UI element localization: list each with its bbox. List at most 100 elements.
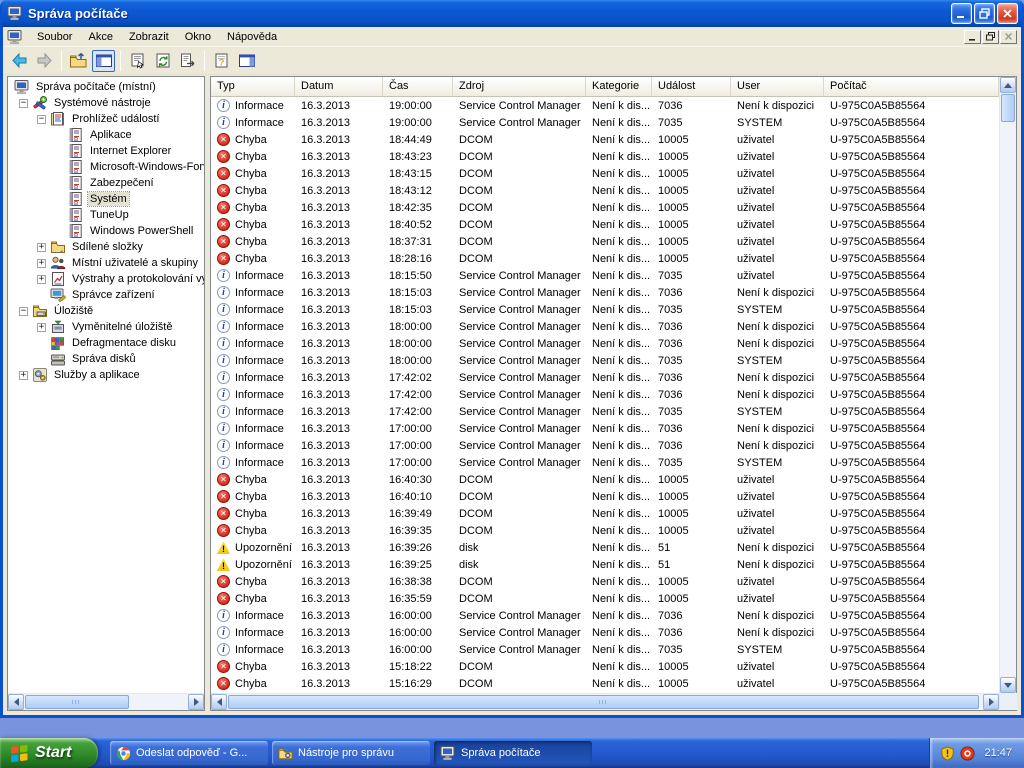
list-horizontal-scrollbar[interactable]: [211, 693, 999, 710]
event-row[interactable]: ✕Chyba16.3.201318:42:35DCOMNení k dis...…: [211, 199, 999, 216]
event-row[interactable]: ✕Chyba16.3.201316:39:35DCOMNení k dis...…: [211, 522, 999, 539]
tree-item-microsoft-windows-forv[interactable]: Microsoft-Windows-Forv: [8, 159, 204, 175]
event-row[interactable]: iInformace16.3.201318:00:00Service Contr…: [211, 318, 999, 335]
expand-toggle[interactable]: +: [19, 371, 28, 380]
tree-item-tuneup[interactable]: TuneUp: [8, 207, 204, 223]
tree-item-sdilene-slozky[interactable]: +Sdílené složky: [8, 239, 204, 255]
column-header-cas[interactable]: Čas: [383, 77, 453, 97]
tree-item-internet-explorer[interactable]: Internet Explorer: [8, 143, 204, 159]
column-header-pocitac[interactable]: Počítač: [824, 77, 999, 97]
event-row[interactable]: ✕Chyba16.3.201318:43:23DCOMNení k dis...…: [211, 148, 999, 165]
scroll-down-button[interactable]: [1000, 677, 1016, 693]
event-row[interactable]: iInformace16.3.201318:15:50Service Contr…: [211, 267, 999, 284]
event-row[interactable]: iInformace16.3.201316:00:00Service Contr…: [211, 641, 999, 658]
help-button[interactable]: ?: [210, 50, 233, 72]
close-button[interactable]: [997, 3, 1018, 24]
event-row[interactable]: ✕Chyba16.3.201316:39:49DCOMNení k dis...…: [211, 505, 999, 522]
scroll-track[interactable]: [227, 694, 983, 710]
up-folder-button[interactable]: [67, 50, 90, 72]
tree-horizontal-scrollbar[interactable]: [8, 693, 204, 710]
scroll-thumb[interactable]: [1001, 94, 1015, 122]
event-row[interactable]: iInformace16.3.201318:00:00Service Contr…: [211, 335, 999, 352]
column-header-zdroj[interactable]: Zdroj: [453, 77, 586, 97]
tree-item-spravce-zarizeni[interactable]: Správce zařízení: [8, 287, 204, 303]
event-row[interactable]: ✕Chyba16.3.201318:44:49DCOMNení k dis...…: [211, 131, 999, 148]
menu-napoveda[interactable]: Nápověda: [219, 28, 285, 46]
tree-item-aplikace[interactable]: Aplikace: [8, 127, 204, 143]
taskbar-button-nastroje-pro-spravu[interactable]: Nástroje pro správu: [272, 741, 430, 765]
column-header-datum[interactable]: Datum: [295, 77, 383, 97]
tree-item-zabezpeceni[interactable]: Zabezpečení: [8, 175, 204, 191]
forward-arrow-button[interactable]: [33, 50, 56, 72]
expand-toggle[interactable]: +: [37, 259, 46, 268]
scroll-track[interactable]: [24, 694, 188, 710]
event-row[interactable]: !Upozornění16.3.201316:39:26diskNení k d…: [211, 539, 999, 556]
export-list-button[interactable]: [176, 50, 199, 72]
event-row[interactable]: ✕Chyba16.3.201316:40:10DCOMNení k dis...…: [211, 488, 999, 505]
scroll-left-button[interactable]: [211, 694, 227, 710]
taskbar-button-sprava-pocitace[interactable]: Správa počítače: [434, 741, 592, 765]
properties-button[interactable]: [126, 50, 149, 72]
event-row[interactable]: iInformace16.3.201318:15:03Service Contr…: [211, 284, 999, 301]
tree-item-vystrahy-a-protokolovani-vy[interactable]: +Výstrahy a protokolování vý: [8, 271, 204, 287]
refresh-button[interactable]: [151, 50, 174, 72]
event-row[interactable]: ✕Chyba16.3.201316:40:30DCOMNení k dis...…: [211, 471, 999, 488]
scroll-left-button[interactable]: [8, 694, 24, 710]
scroll-track[interactable]: [1000, 93, 1016, 677]
event-row[interactable]: iInformace16.3.201317:42:02Service Contr…: [211, 369, 999, 386]
show-pane-button[interactable]: [235, 50, 258, 72]
expand-toggle[interactable]: +: [37, 243, 46, 252]
tree-item-vymenitelne-uloziste[interactable]: +Vyměnitelné úložiště: [8, 319, 204, 335]
tree-item-defragmentace-disku[interactable]: Defragmentace disku: [8, 335, 204, 351]
show-tree-button[interactable]: [92, 50, 115, 72]
tree-item-sprava-pocitace-mistni[interactable]: Správa počítače (místní): [8, 79, 204, 95]
child-minimize-button[interactable]: [964, 30, 981, 44]
column-header-udalost[interactable]: Událost: [652, 77, 731, 97]
restore-button[interactable]: [974, 3, 995, 24]
expand-toggle[interactable]: +: [37, 323, 46, 332]
tree-item-sprava-disku[interactable]: Správa disků: [8, 351, 204, 367]
list-vertical-scrollbar[interactable]: [999, 77, 1016, 710]
event-row[interactable]: iInformace16.3.201317:00:00Service Contr…: [211, 454, 999, 471]
event-row[interactable]: iInformace16.3.201317:42:00Service Contr…: [211, 386, 999, 403]
event-row[interactable]: iInformace16.3.201319:00:00Service Contr…: [211, 114, 999, 131]
tree-item-uloziste[interactable]: −Úložiště: [8, 303, 204, 319]
menu-okno[interactable]: Okno: [177, 28, 219, 46]
event-row[interactable]: ✕Chyba16.3.201315:16:29DCOMNení k dis...…: [211, 675, 999, 692]
scroll-right-button[interactable]: [983, 694, 999, 710]
scroll-thumb[interactable]: [25, 695, 129, 709]
event-row[interactable]: ✕Chyba16.3.201318:43:12DCOMNení k dis...…: [211, 182, 999, 199]
event-row[interactable]: ✕Chyba16.3.201318:28:16DCOMNení k dis...…: [211, 250, 999, 267]
menu-soubor[interactable]: Soubor: [29, 28, 80, 46]
tree-item-mistni-uzivatele-a-skupiny[interactable]: +Místní uživatelé a skupiny: [8, 255, 204, 271]
clock[interactable]: 21:47: [984, 747, 1012, 759]
event-row[interactable]: iInformace16.3.201318:15:03Service Contr…: [211, 301, 999, 318]
column-header-typ[interactable]: Typ: [211, 77, 295, 97]
tree-item-systemove-nastroje[interactable]: −Systémové nástroje: [8, 95, 204, 111]
event-row[interactable]: ✕Chyba16.3.201315:18:22DCOMNení k dis...…: [211, 658, 999, 675]
tree-item-prohlizec-udalosti[interactable]: −Prohlížeč událostí: [8, 111, 204, 127]
taskbar-button-odeslat-odpoved-g[interactable]: Odeslat odpověď - G...: [110, 741, 268, 765]
child-close-button[interactable]: [1000, 30, 1017, 44]
tree-item-system[interactable]: Systém: [8, 191, 204, 207]
event-row[interactable]: iInformace16.3.201318:00:00Service Contr…: [211, 352, 999, 369]
collapse-toggle[interactable]: −: [19, 99, 28, 108]
menu-zobrazit[interactable]: Zobrazit: [121, 28, 177, 46]
start-button[interactable]: Start: [0, 738, 98, 768]
column-header-kategorie[interactable]: Kategorie: [586, 77, 652, 97]
event-row[interactable]: ✕Chyba16.3.201316:38:38DCOMNení k dis...…: [211, 573, 999, 590]
menu-akce[interactable]: Akce: [80, 28, 120, 46]
event-row[interactable]: iInformace16.3.201316:00:00Service Contr…: [211, 624, 999, 641]
expand-toggle[interactable]: +: [37, 275, 46, 284]
event-row[interactable]: ✕Chyba16.3.201318:37:31DCOMNení k dis...…: [211, 233, 999, 250]
scroll-thumb[interactable]: [228, 695, 979, 709]
tree-item-windows-powershell[interactable]: Windows PowerShell: [8, 223, 204, 239]
scroll-up-button[interactable]: [1000, 77, 1016, 93]
back-arrow-button[interactable]: [8, 50, 31, 72]
event-row[interactable]: iInformace16.3.201316:00:00Service Contr…: [211, 607, 999, 624]
event-row[interactable]: ✕Chyba16.3.201318:40:52DCOMNení k dis...…: [211, 216, 999, 233]
security-shield-icon[interactable]: [940, 746, 955, 761]
child-restore-button[interactable]: [982, 30, 999, 44]
collapse-toggle[interactable]: −: [19, 307, 28, 316]
antivirus-icon[interactable]: [960, 746, 975, 761]
